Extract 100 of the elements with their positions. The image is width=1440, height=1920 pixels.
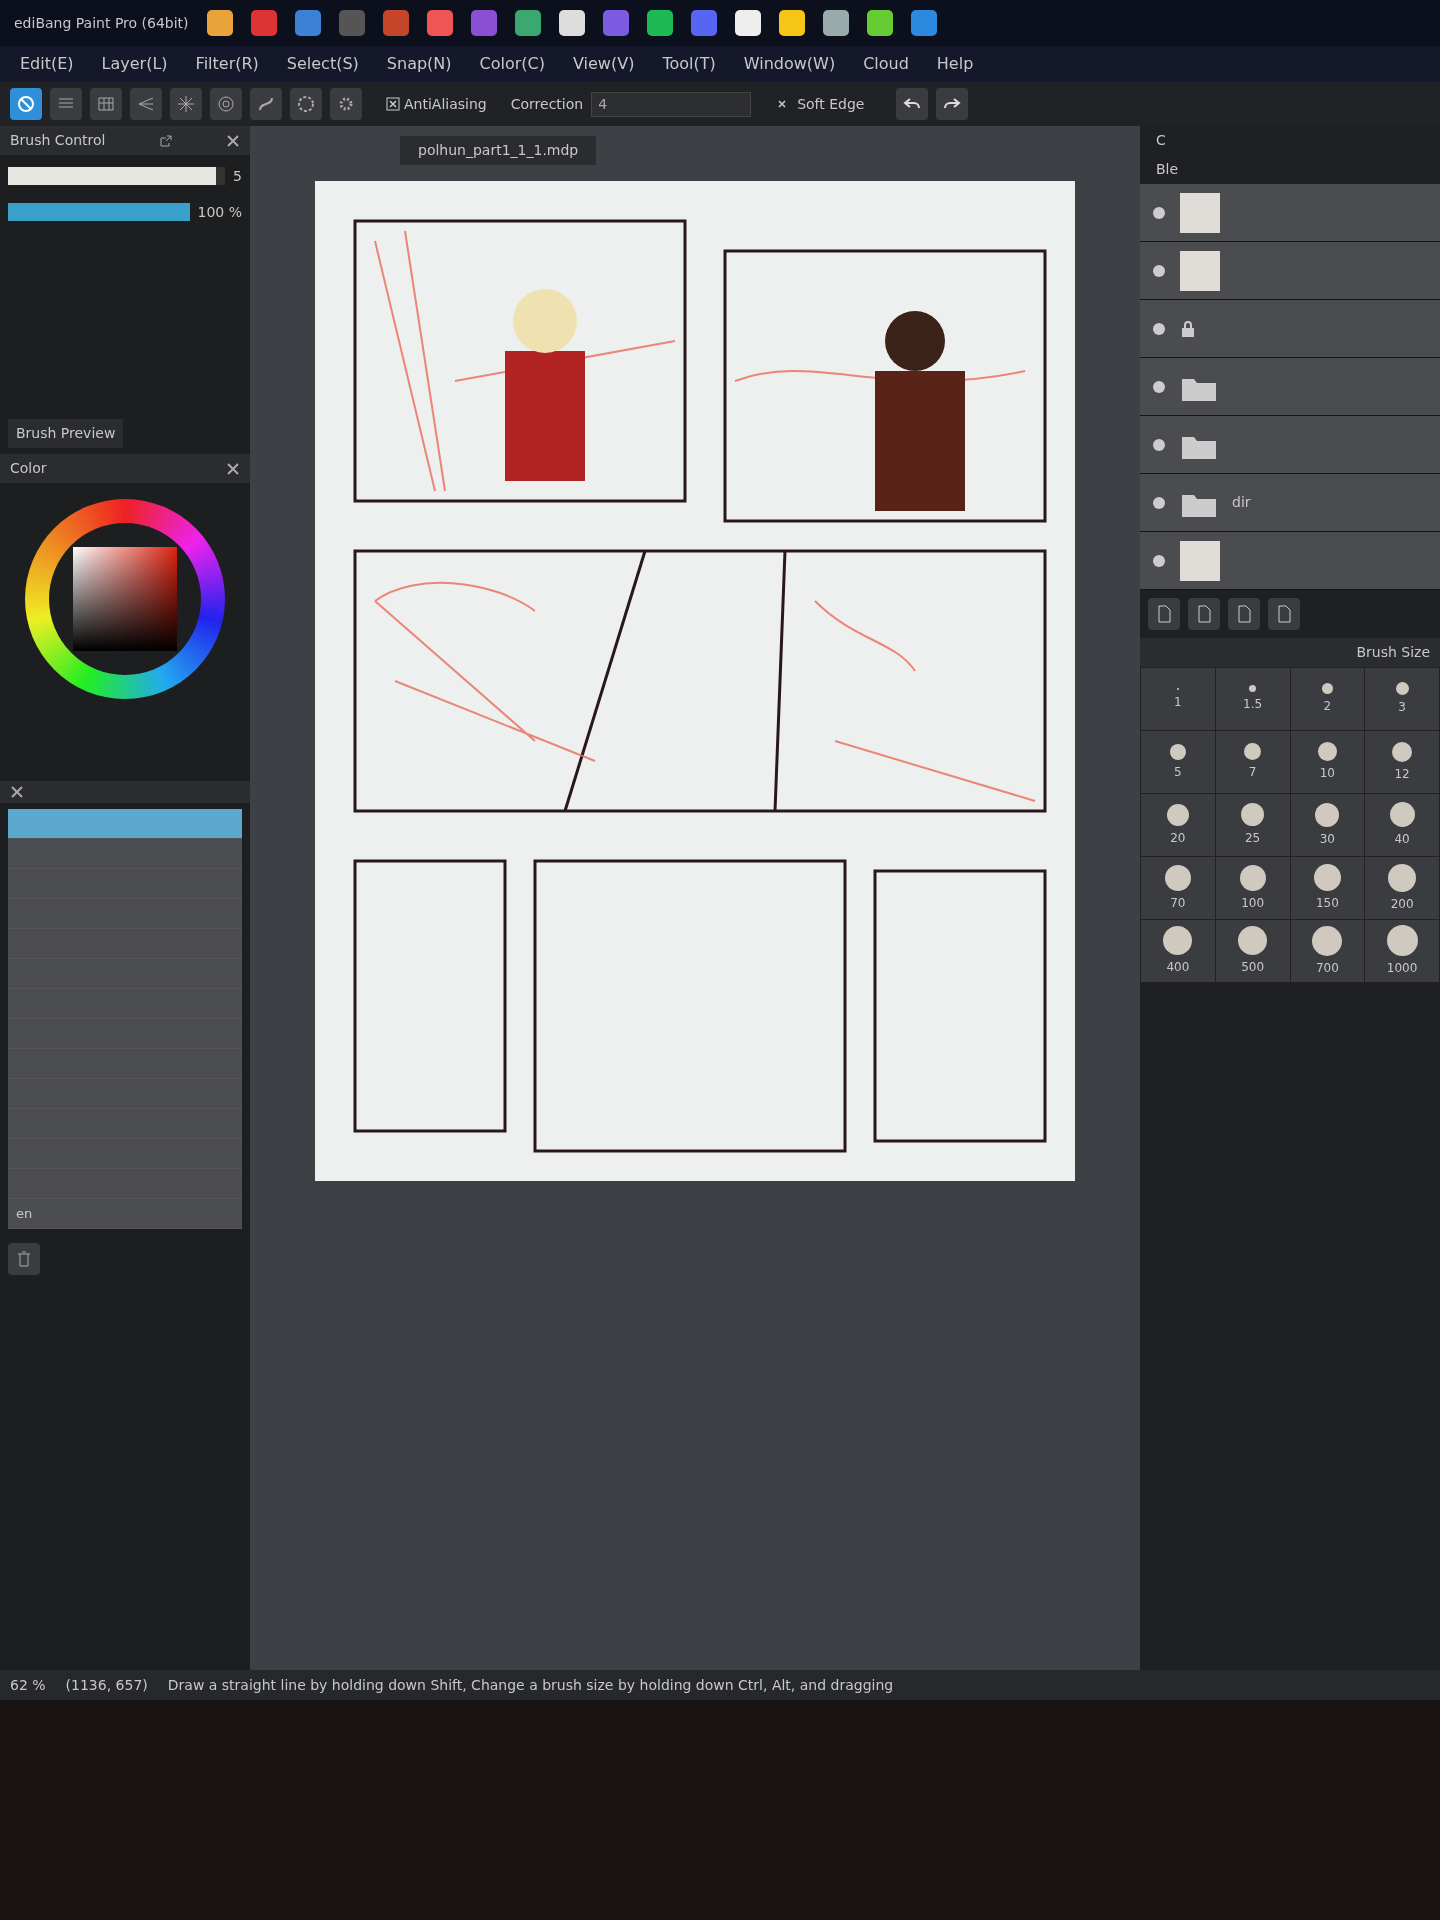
brush-size-preset[interactable]: 10 <box>1290 731 1365 793</box>
brush-size-preset[interactable]: 70 <box>1141 857 1215 919</box>
brush-size-preset[interactable]: 12 <box>1365 731 1439 793</box>
taskbar-app-icon[interactable] <box>866 10 893 36</box>
brush-size-preset[interactable]: 200 <box>1365 857 1439 919</box>
lock-icon <box>1180 319 1196 338</box>
circle-snap-icon <box>216 94 236 114</box>
list-row[interactable] <box>8 809 242 839</box>
new-layer-button[interactable] <box>1148 598 1180 630</box>
curve-snap-button[interactable] <box>250 88 282 120</box>
color-square[interactable] <box>73 547 177 651</box>
visibility-dot-icon <box>1152 553 1166 568</box>
brush-size-preset[interactable]: 400 <box>1141 920 1215 982</box>
brush-size-preset[interactable]: 1.5 <box>1215 668 1290 730</box>
grid-snap-icon <box>96 94 116 114</box>
layer-row[interactable] <box>1140 242 1440 300</box>
menu-item[interactable]: Window(W) <box>743 52 836 76</box>
brush-size-preset[interactable]: 30 <box>1290 794 1365 856</box>
brush-size-preset[interactable]: 3 <box>1365 668 1439 730</box>
layer-thumbnail <box>1180 192 1220 233</box>
menu-item[interactable]: Color(C) <box>479 52 545 76</box>
taskbar-app-icon[interactable] <box>822 10 849 36</box>
brush-size-label: 2 <box>1323 698 1332 715</box>
brush-size-label: 20 <box>1170 829 1186 847</box>
brush-dot-icon <box>1166 803 1189 826</box>
close-icon <box>226 133 240 148</box>
radial-snap-button[interactable] <box>170 88 202 120</box>
menu-item[interactable]: Cloud <box>863 52 909 76</box>
menu-item[interactable]: Tool(T) <box>662 52 716 76</box>
menu-item[interactable]: Snap(N) <box>386 52 452 76</box>
brush-size-preset[interactable]: 150 <box>1290 857 1365 919</box>
menu-item[interactable]: Edit(E) <box>20 52 74 76</box>
visibility-dot-icon <box>1152 495 1166 510</box>
correction-field[interactable]: 4 <box>591 91 752 117</box>
visibility-dot-icon <box>1152 321 1166 336</box>
zoom-level: 62 % <box>10 1675 46 1695</box>
perspective-snap-button[interactable] <box>130 88 162 120</box>
layer-option-label: C <box>1155 131 1167 150</box>
brush-dot-icon <box>1164 864 1191 891</box>
layer-row[interactable]: dir <box>1140 474 1440 532</box>
brush-size-preset[interactable]: 500 <box>1215 920 1290 982</box>
taskbar-app-icon[interactable] <box>778 10 805 36</box>
visibility-dot-icon <box>1152 263 1166 278</box>
layer-row[interactable] <box>1140 358 1440 416</box>
brush-size-label: 1000 <box>1386 960 1418 977</box>
no-snap-button[interactable] <box>10 88 42 120</box>
brush-dot-icon <box>1389 802 1415 827</box>
antialiasing-checkbox[interactable] <box>386 97 400 111</box>
brush-size-preset[interactable]: 5 <box>1141 731 1215 793</box>
panel-title: Brush Size <box>1356 643 1430 662</box>
close-icon <box>10 785 24 799</box>
brush-dot-icon <box>1163 926 1193 955</box>
taskbar-app-icon[interactable] <box>646 10 673 36</box>
layer-row[interactable] <box>1140 416 1440 474</box>
radial-snap-icon <box>176 94 196 114</box>
brush-dot-icon <box>1313 864 1341 891</box>
taskbar-app-icon[interactable] <box>734 10 761 36</box>
menu-item[interactable]: Select(S) <box>286 52 359 76</box>
antialiasing-label: AntiAliasing <box>404 94 487 114</box>
brush-opacity-slider[interactable] <box>8 203 190 221</box>
brush-size-preset[interactable]: 100 <box>1215 857 1290 919</box>
menu-item[interactable]: View(V) <box>573 52 635 76</box>
layer-thumbnail <box>1180 540 1220 581</box>
grid-snap-button[interactable] <box>90 88 122 120</box>
brush-size-label: 10 <box>1319 765 1335 782</box>
ellipse-snap-icon <box>296 94 316 114</box>
brush-size-label: 30 <box>1319 830 1335 848</box>
visibility-dot-icon <box>1152 379 1166 394</box>
brush-size-slider[interactable] <box>8 167 217 185</box>
menu-item[interactable]: Filter(R) <box>195 52 259 76</box>
brush-size-preset[interactable]: 25 <box>1215 794 1290 856</box>
brush-size-preset[interactable]: 20 <box>1141 794 1215 856</box>
list-row[interactable]: en <box>8 1199 242 1229</box>
taskbar-app-icon[interactable] <box>558 10 585 36</box>
brush-size-preset[interactable]: 7 <box>1215 731 1290 793</box>
comic-page-drawing[interactable] <box>315 181 1075 1181</box>
taskbar-app-icon[interactable] <box>206 10 233 36</box>
visibility-dot-icon <box>1152 437 1166 452</box>
brush-size-preset[interactable]: 1000 <box>1365 920 1439 982</box>
layer-row[interactable] <box>1140 184 1440 242</box>
brush-size-preset[interactable]: 1 <box>1141 668 1215 730</box>
parallel-snap-button[interactable] <box>50 88 82 120</box>
cursor-coordinates: (1136, 657) <box>65 1675 148 1695</box>
circle-snap-button[interactable] <box>210 88 242 120</box>
undo-button[interactable] <box>896 88 929 120</box>
menu-item[interactable]: Help <box>936 52 974 76</box>
brush-size-preset[interactable]: 40 <box>1365 794 1439 856</box>
brush-size-preset[interactable]: 700 <box>1290 920 1365 982</box>
brush-size-preset[interactable]: 2 <box>1290 668 1365 730</box>
ellipse-snap-button[interactable] <box>290 88 322 120</box>
brush-dot-icon <box>1249 685 1257 692</box>
panel-tab[interactable]: Brush Preview <box>8 419 124 448</box>
layer-row[interactable] <box>1140 532 1440 590</box>
window-title: ediBang Paint Pro (64bit) <box>14 13 189 33</box>
redo-button[interactable] <box>936 88 969 120</box>
panel-title: Brush Control <box>10 131 106 150</box>
document-tab[interactable]: polhun_part1_1_1.mdp <box>400 136 597 165</box>
menu-item[interactable]: Layer(L) <box>101 52 168 76</box>
taskbar-app-icon[interactable] <box>514 10 541 36</box>
delete-button[interactable] <box>8 1243 40 1275</box>
